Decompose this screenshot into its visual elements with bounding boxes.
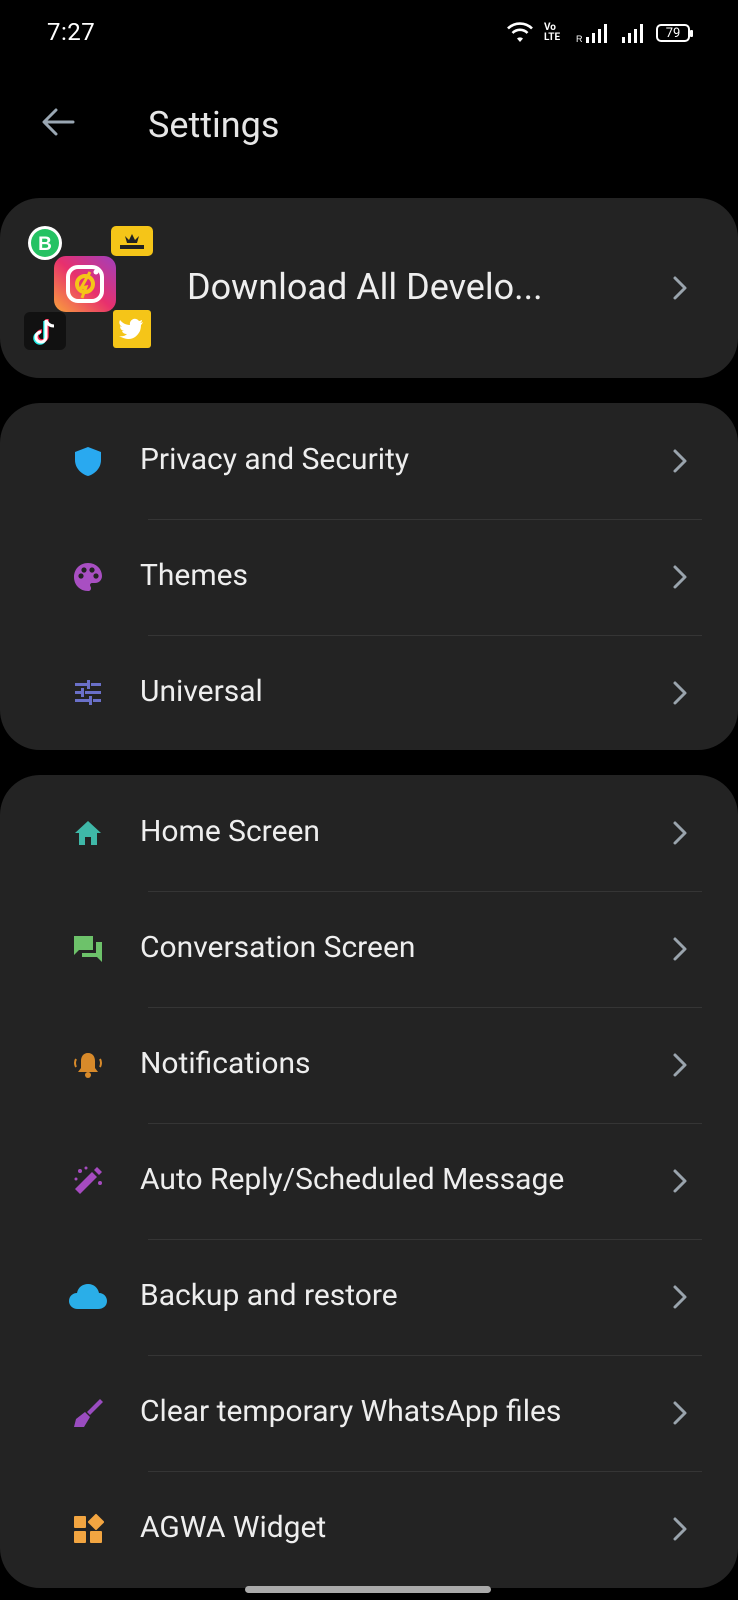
cloud-icon [68,1281,108,1313]
broom-icon [72,1397,104,1429]
chevron-right-icon [670,935,690,963]
settings-item-conversation-screen[interactable]: Conversation Screen [0,891,738,1007]
settings-item-label: Clear temporary WhatsApp files [140,1394,562,1429]
chevron-right-icon [670,447,690,475]
settings-item-auto-reply[interactable]: Auto Reply/Scheduled Message [0,1123,738,1239]
settings-item-label: Auto Reply/Scheduled Message [140,1162,565,1197]
chevron-right-icon [670,1051,690,1079]
settings-item-home-screen[interactable]: Home Screen [0,775,738,891]
chevron-right-icon [670,1515,690,1543]
settings-group-1: Privacy and Security Themes Universal [0,403,738,750]
status-time: 7:27 [47,18,96,46]
chevron-right-icon [670,563,690,591]
settings-item-backup-restore[interactable]: Backup and restore [0,1239,738,1355]
settings-item-clear-temp-files[interactable]: Clear temporary WhatsApp files [0,1355,738,1471]
signal-1-icon: R [576,24,607,44]
gesture-navigation-bar[interactable] [245,1586,491,1593]
page-title: Settings [148,104,280,146]
svg-text:R: R [576,34,583,44]
palette-icon [72,561,104,593]
youtube-logo-icon [111,226,153,260]
svg-text:B: B [38,234,52,255]
battery-level: 79 [665,25,681,41]
settings-item-label: Conversation Screen [140,930,416,965]
volte-icon: Vo LTE [544,22,561,43]
back-button[interactable] [40,104,76,140]
settings-item-label: AGWA Widget [140,1510,327,1545]
settings-item-notifications[interactable]: Notifications [0,1007,738,1123]
settings-item-universal[interactable]: Universal [0,635,738,751]
settings-item-label: Themes [140,558,249,593]
widget-icon [72,1513,105,1545]
download-developers-card[interactable]: B Download All Develo... [0,198,738,378]
instagram-download-icon [54,256,116,316]
wifi-icon [507,22,533,42]
home-icon [72,817,104,849]
settings-item-agwa-widget[interactable]: AGWA Widget [0,1471,738,1587]
chevron-right-icon [670,1167,690,1195]
sliders-icon [72,677,104,709]
battery-icon: 79 [656,24,693,42]
settings-item-themes[interactable]: Themes [0,519,738,635]
app-bar: Settings [0,86,738,166]
chevron-right-icon [670,1283,690,1311]
chevron-right-icon [670,1399,690,1427]
tiktok-icon [24,312,66,354]
twitter-icon [113,310,151,352]
bell-icon [72,1049,104,1081]
settings-item-label: Universal [140,674,263,709]
settings-item-label: Notifications [140,1046,311,1081]
promo-label: Download All Develo... [187,266,543,308]
chevron-right-icon [670,679,690,707]
settings-item-label: Home Screen [140,814,320,849]
chat-icon [72,933,104,965]
arrow-left-icon [42,108,75,136]
settings-item-privacy-security[interactable]: Privacy and Security [0,403,738,519]
settings-item-label: Backup and restore [140,1278,398,1313]
settings-item-label: Privacy and Security [140,442,410,477]
magic-wand-icon [72,1165,104,1197]
chevron-right-icon [670,819,690,847]
status-icons: Vo LTE R 79 [506,20,693,46]
chevron-right-icon [670,274,690,302]
settings-group-2: Home Screen Conversation Screen Notifica… [0,775,738,1588]
shield-icon [72,445,104,477]
signal-2-icon [622,24,643,43]
status-bar: 7:27 Vo LTE R 79 [0,0,738,66]
